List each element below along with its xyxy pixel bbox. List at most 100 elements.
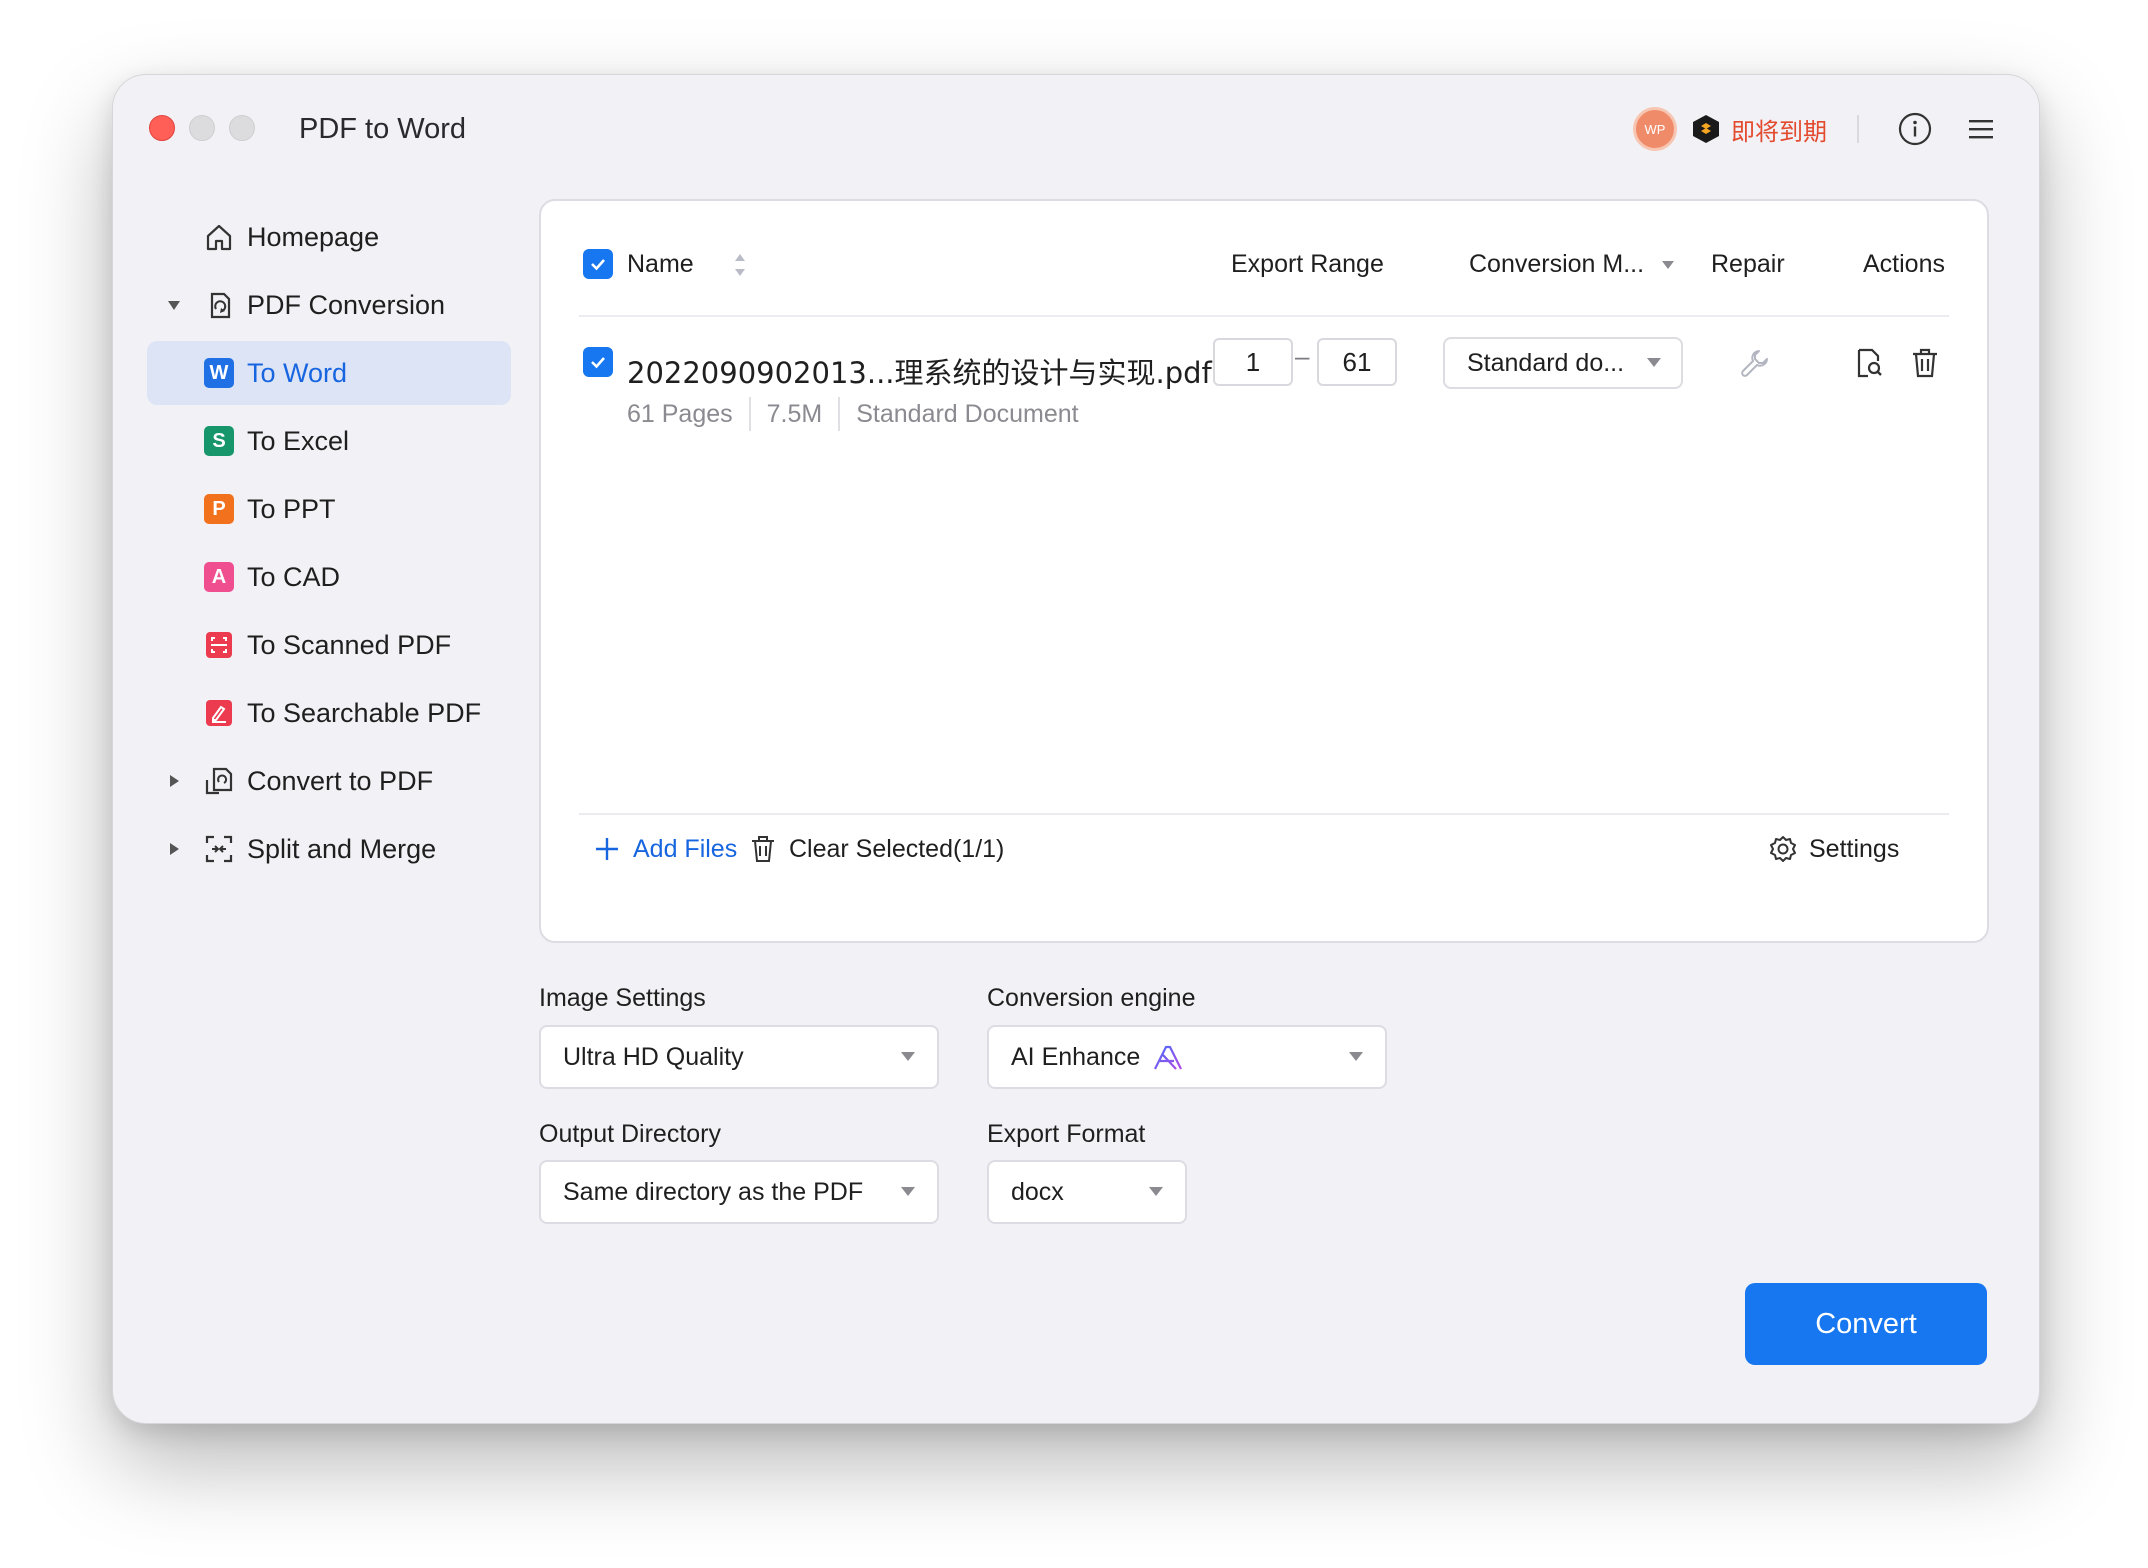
file-size: 7.5M <box>766 399 823 428</box>
file-doc-type: Standard Document <box>856 399 1079 428</box>
cad-badge: A <box>204 562 234 592</box>
sidebar-item-homepage[interactable]: Homepage <box>147 205 511 269</box>
split-merge-icon <box>203 833 235 865</box>
range-separator: – <box>1295 341 1310 371</box>
clear-selected-button[interactable]: Clear Selected(1/1) <box>747 833 1004 865</box>
excel-icon: S <box>203 425 235 457</box>
sidebar-item-label: To Word <box>247 357 348 388</box>
searchable-pdf-icon <box>203 697 235 729</box>
convert-button[interactable]: Convert <box>1745 1283 1987 1365</box>
chevron-down-icon <box>1349 1052 1363 1061</box>
column-header-conversion-mode[interactable]: Conversion M... <box>1469 247 1644 281</box>
conversion-mode-value: Standard do... <box>1467 348 1625 377</box>
file-pages: 61 Pages <box>627 399 733 428</box>
range-from-input[interactable]: 1 <box>1213 338 1293 386</box>
word-icon: W <box>203 357 235 389</box>
convert-to-pdf-icon <box>203 765 235 797</box>
cad-icon: A <box>203 561 235 593</box>
settings-button[interactable]: Settings <box>1767 833 1899 865</box>
conversion-engine-label: Conversion engine <box>987 984 1196 1012</box>
zoom-window-button[interactable] <box>229 115 255 141</box>
sort-icon[interactable] <box>733 251 747 279</box>
file-checkbox[interactable] <box>583 347 613 377</box>
sidebar-item-to-cad[interactable]: A To CAD <box>147 545 511 609</box>
wrench-icon[interactable] <box>1737 345 1773 381</box>
meta-divider <box>838 397 841 431</box>
top-right-toolbar: WP 即将到期 <box>1633 105 1999 153</box>
sidebar-item-label: To PPT <box>247 493 336 524</box>
vip-icon[interactable] <box>1691 114 1721 144</box>
chevron-down-icon <box>901 1187 915 1196</box>
sidebar-item-label: To CAD <box>247 561 341 592</box>
word-badge: W <box>204 358 234 388</box>
sidebar-item-label: Homepage <box>247 221 380 252</box>
clear-selected-label: Clear Selected(1/1) <box>789 834 1005 863</box>
meta-divider <box>748 397 751 431</box>
avatar[interactable]: WP <box>1633 107 1677 151</box>
chevron-down-icon[interactable] <box>167 298 181 312</box>
output-directory-label: Output Directory <box>539 1120 722 1148</box>
image-settings-label: Image Settings <box>539 984 706 1012</box>
conversion-engine-select[interactable]: AI Enhance <box>987 1025 1387 1089</box>
window-title: PDF to Word <box>299 113 467 145</box>
column-header-name[interactable]: Name <box>627 247 694 281</box>
expiry-status[interactable]: 即将到期 <box>1731 112 1827 147</box>
sidebar-item-to-searchable-pdf[interactable]: To Searchable PDF <box>147 681 511 745</box>
ppt-icon: P <box>203 493 235 525</box>
chevron-right-icon[interactable] <box>167 774 181 788</box>
gear-icon <box>1767 833 1799 865</box>
export-format-select[interactable]: docx <box>987 1160 1187 1224</box>
sidebar-item-label: To Excel <box>247 425 350 456</box>
chevron-down-icon <box>1149 1187 1163 1196</box>
conversion-mode-select[interactable]: Standard do... <box>1443 337 1683 389</box>
sidebar-item-convert-to-pdf[interactable]: Convert to PDF <box>147 749 511 813</box>
sidebar-item-label: Split and Merge <box>247 833 437 864</box>
sidebar-item-pdf-conversion[interactable]: PDF Conversion <box>147 273 511 337</box>
output-directory-select[interactable]: Same directory as the PDF <box>539 1160 939 1224</box>
column-header-repair: Repair <box>1711 250 1785 278</box>
excel-badge: S <box>204 426 234 456</box>
pdf-conversion-icon <box>203 289 235 321</box>
file-meta: 61 Pages 7.5M Standard Document <box>627 397 1079 431</box>
trash-icon[interactable] <box>1907 345 1943 381</box>
image-settings-select[interactable]: Ultra HD Quality <box>539 1025 939 1089</box>
range-to-input[interactable]: 61 <box>1317 338 1397 386</box>
conversion-engine-value: AI Enhance <box>1011 1042 1141 1071</box>
image-settings-value: Ultra HD Quality <box>563 1042 744 1071</box>
sidebar-item-to-scanned-pdf[interactable]: To Scanned PDF <box>147 613 511 677</box>
chevron-down-icon <box>1647 358 1661 367</box>
sidebar-item-label: PDF Conversion <box>247 289 446 320</box>
column-header-export-range: Export Range <box>1231 250 1384 278</box>
chevron-down-icon <box>901 1052 915 1061</box>
trash-icon <box>747 833 779 865</box>
chevron-down-icon[interactable] <box>1661 259 1675 271</box>
settings-label: Settings <box>1809 834 1900 863</box>
home-icon <box>203 221 235 253</box>
scanned-pdf-icon <box>203 629 235 661</box>
preview-icon[interactable] <box>1851 345 1887 381</box>
select-all-checkbox[interactable] <box>583 249 613 279</box>
sidebar-item-label: To Searchable PDF <box>247 697 482 728</box>
checkmark-icon <box>591 357 605 369</box>
column-header-actions: Actions <box>1863 250 1945 278</box>
chevron-right-icon[interactable] <box>167 842 181 856</box>
menu-icon[interactable] <box>1963 111 1999 147</box>
sidebar-item-label: Convert to PDF <box>247 765 434 796</box>
sidebar-item-to-excel[interactable]: S To Excel <box>147 409 511 473</box>
footer-divider <box>579 813 1949 815</box>
sidebar-item-label: To Scanned PDF <box>247 629 452 660</box>
export-format-label: Export Format <box>987 1120 1146 1148</box>
sidebar-item-to-word[interactable]: W To Word <box>147 341 511 405</box>
add-files-button[interactable]: Add Files <box>591 833 737 865</box>
output-directory-value: Same directory as the PDF <box>563 1177 864 1206</box>
sidebar: Homepage PDF Conversion W To Word S To E… <box>147 205 511 885</box>
info-icon[interactable] <box>1897 111 1933 147</box>
sidebar-item-split-and-merge[interactable]: Split and Merge <box>147 817 511 881</box>
ppt-badge: P <box>204 494 234 524</box>
close-window-button[interactable] <box>149 115 175 141</box>
add-files-label: Add Files <box>633 834 738 863</box>
app-window: PDF to Word WP 即将到期 Homepage PDF Convers… <box>112 74 2040 1424</box>
minimize-window-button[interactable] <box>189 115 215 141</box>
sidebar-item-to-ppt[interactable]: P To PPT <box>147 477 511 541</box>
ai-enhance-icon <box>1154 1045 1183 1070</box>
